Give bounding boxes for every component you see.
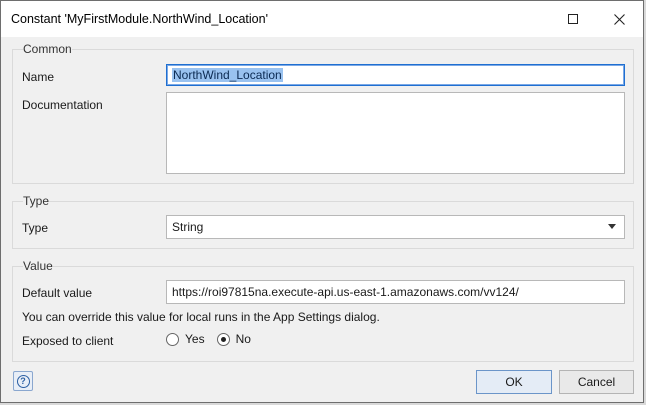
cancel-button[interactable]: Cancel bbox=[559, 370, 634, 394]
title-bar: Constant 'MyFirstModule.NorthWind_Locati… bbox=[1, 1, 643, 37]
exposed-label: Exposed to client bbox=[22, 334, 114, 348]
type-group: Type Type String bbox=[12, 194, 634, 249]
default-value-input[interactable]: https://roi97815na.execute-api.us-east-1… bbox=[166, 280, 625, 304]
ok-button[interactable]: OK bbox=[476, 370, 552, 394]
constant-dialog: Constant 'MyFirstModule.NorthWind_Locati… bbox=[0, 0, 644, 403]
type-dropdown[interactable]: String bbox=[166, 215, 625, 239]
value-group: Value Default value https://roi97815na.e… bbox=[12, 259, 634, 362]
common-group: Common Name NorthWind_Location Documenta… bbox=[12, 42, 634, 184]
name-input-value: NorthWind_Location bbox=[172, 68, 283, 82]
window-title: Constant 'MyFirstModule.NorthWind_Locati… bbox=[11, 12, 268, 26]
help-button[interactable]: ? bbox=[13, 371, 33, 391]
type-dropdown-value: String bbox=[172, 220, 204, 234]
close-button[interactable] bbox=[596, 1, 642, 37]
exposed-no-label: No bbox=[235, 332, 251, 346]
maximize-button[interactable] bbox=[550, 1, 596, 37]
help-icon: ? bbox=[16, 374, 30, 388]
type-group-label: Type bbox=[23, 194, 50, 208]
value-group-label: Value bbox=[23, 259, 53, 273]
override-hint: You can override this value for local ru… bbox=[22, 310, 380, 324]
exposed-radio-group: Yes No bbox=[166, 332, 251, 346]
common-group-label: Common bbox=[23, 42, 72, 56]
close-icon bbox=[613, 13, 625, 25]
default-value-label: Default value bbox=[22, 286, 93, 300]
exposed-yes-radio[interactable] bbox=[166, 332, 179, 346]
maximize-icon bbox=[568, 14, 578, 24]
exposed-no-radio[interactable] bbox=[216, 332, 230, 346]
documentation-textarea[interactable] bbox=[166, 92, 625, 174]
name-input[interactable]: NorthWind_Location bbox=[166, 64, 625, 86]
documentation-label: Documentation bbox=[22, 98, 103, 112]
exposed-yes-label: Yes bbox=[185, 332, 205, 346]
type-label: Type bbox=[22, 221, 49, 235]
name-label: Name bbox=[22, 70, 55, 84]
chevron-down-icon bbox=[608, 224, 616, 229]
